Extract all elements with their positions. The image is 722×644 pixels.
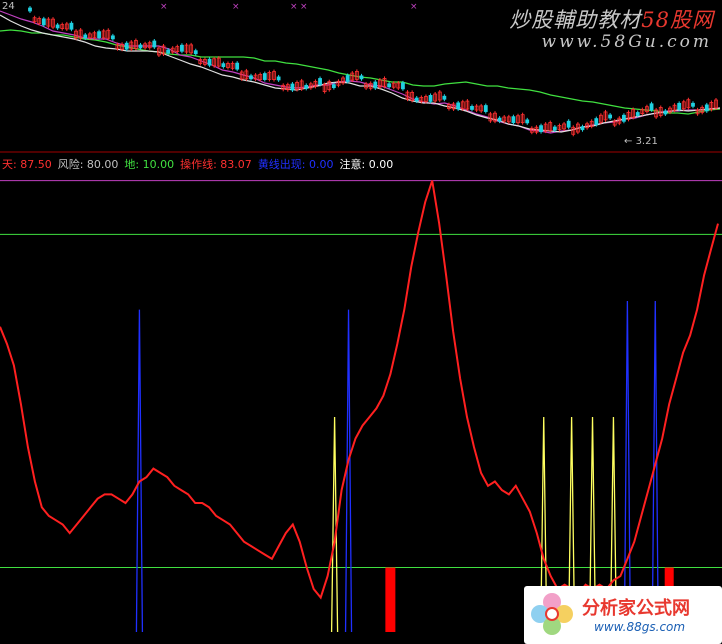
spike-7 (623, 300, 632, 633)
logo-name: 分析家公式网 (582, 598, 690, 619)
flower-icon (531, 593, 573, 635)
watermark-url: www.58Gu.com (541, 32, 712, 52)
logo-url: www.88gs.com (594, 620, 686, 634)
spike-0 (135, 309, 144, 633)
legend-item-0: 天: 87.50 (2, 158, 52, 171)
indicator-panel (0, 180, 722, 633)
chart-stage: × × × × × 24 ← 3.21 炒股輔助教材58股网 www.58Gu.com … (0, 0, 722, 644)
legend-item-1: 风险: 80.00 (57, 158, 119, 171)
legend-item-3: 操作线: 83.07 (180, 158, 252, 171)
operation-line (0, 180, 719, 600)
signal-bar-0 (385, 567, 396, 632)
low-marker-label: ← 3.21 (624, 136, 658, 147)
watermark-prefix: 炒股輔助教材 (509, 8, 642, 32)
watermark-title: 炒股輔助教材58股网 (509, 4, 714, 34)
low-marker-value: 3.21 (635, 136, 658, 147)
indicator-legend: 天: 87.50 风险: 80.00 地: 10.00 操作线: 83.07 黄线出现:… (2, 156, 399, 172)
corner-label: 24 (2, 1, 15, 12)
watermark-site: 58股网 (641, 8, 714, 32)
legend-item-2: 地: 10.00 (124, 158, 175, 171)
legend-item-4: 黄线出现: 0.00 (257, 158, 334, 171)
site-logo: 分析家公式网 www.88gs.com (524, 586, 722, 644)
legend-item-5: 注意: 0.00 (339, 158, 394, 171)
